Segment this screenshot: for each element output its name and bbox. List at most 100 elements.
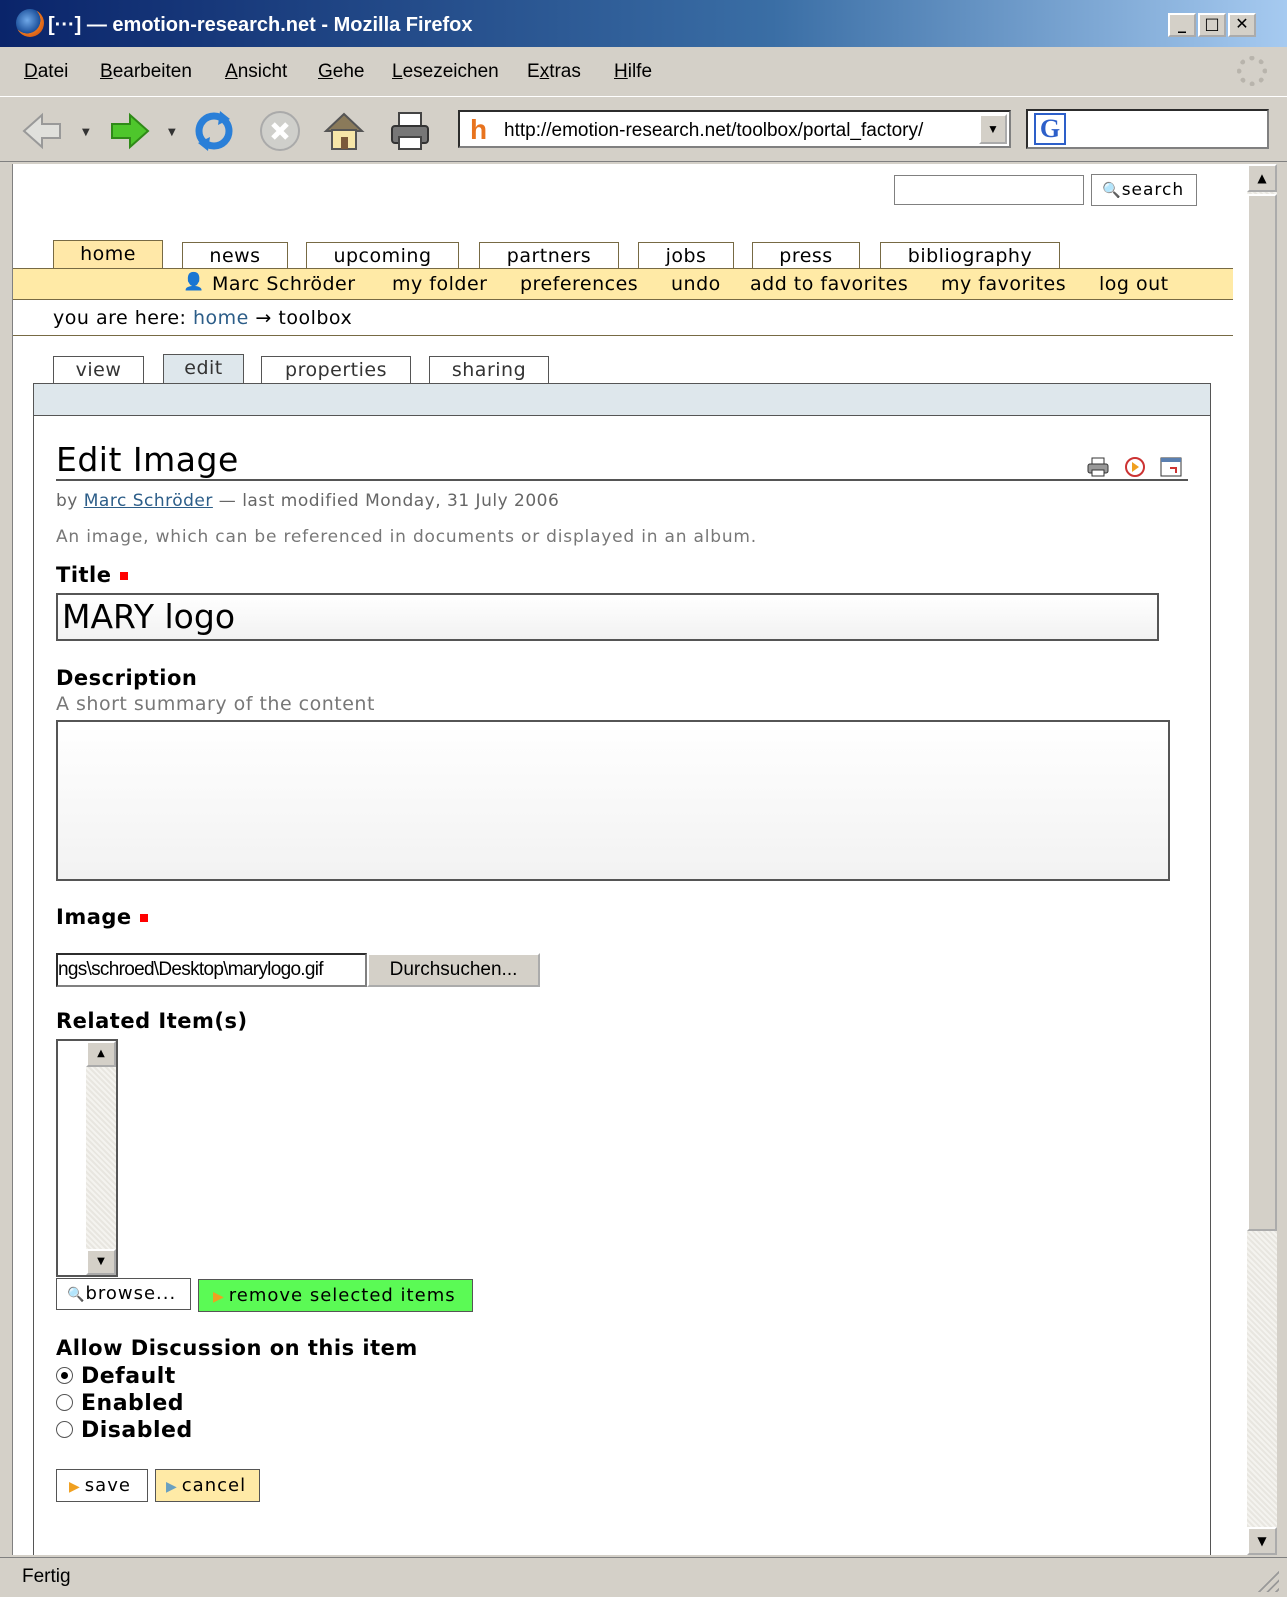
title-underline	[56, 479, 1188, 481]
tab-news[interactable]: news	[182, 242, 288, 270]
print-page-icon[interactable]	[1087, 456, 1109, 478]
remove-selected-label: remove selected items	[228, 1285, 456, 1306]
forward-dropdown-icon[interactable]: ▼	[168, 127, 176, 138]
title-label-text: Title	[56, 563, 112, 587]
image-label: Image	[56, 905, 148, 929]
user-actions-bar: 👤 Marc Schröder my folder preferences un…	[13, 268, 1233, 300]
address-bar[interactable]: h http://emotion-research.net/toolbox/po…	[458, 110, 1011, 148]
maximize-button[interactable]: □	[1198, 13, 1226, 37]
menu-extras[interactable]: Extras	[527, 61, 581, 83]
back-dropdown-icon[interactable]: ▼	[82, 127, 90, 138]
related-browse-label: browse...	[85, 1283, 177, 1304]
close-button[interactable]: ✕	[1228, 13, 1256, 37]
page-scrollbar[interactable]: ▲ ▼	[1247, 164, 1277, 1555]
status-text: Fertig	[22, 1566, 71, 1587]
window-title-bar: [···] — emotion-research.net - Mozilla F…	[0, 0, 1287, 47]
radio-button[interactable]	[56, 1393, 73, 1411]
site-search-input[interactable]	[894, 175, 1084, 205]
tab-partners[interactable]: partners	[479, 242, 619, 270]
divider	[13, 335, 1233, 336]
reload-icon[interactable]	[192, 109, 236, 153]
breadcrumb-current: toolbox	[278, 307, 353, 329]
radio-button[interactable]	[56, 1420, 73, 1438]
cancel-button[interactable]: ▶ cancel	[155, 1469, 260, 1502]
tab-sharing[interactable]: sharing	[429, 356, 549, 384]
forward-icon[interactable]	[108, 109, 152, 153]
byline-prefix: by	[56, 491, 78, 511]
image-label-text: Image	[56, 905, 132, 929]
user-name-link[interactable]: Marc Schröder	[212, 273, 356, 295]
title-label: Title	[56, 563, 128, 587]
scroll-up-icon[interactable]: ▲	[86, 1041, 116, 1067]
menu-gehe[interactable]: Gehe	[318, 61, 364, 83]
type-description: An image, which can be referenced in doc…	[56, 527, 757, 547]
breadcrumb-prefix: you are here:	[53, 307, 187, 329]
tab-jobs[interactable]: jobs	[638, 242, 734, 270]
home-icon[interactable]	[322, 109, 366, 153]
undo-link[interactable]: undo	[671, 273, 721, 295]
magnifier-icon: 🔍	[1102, 181, 1122, 199]
site-search-button[interactable]: 🔍search	[1091, 174, 1197, 206]
author-link[interactable]: Marc Schröder	[84, 491, 213, 511]
breadcrumb: you are here: home → toolbox	[53, 307, 352, 329]
scroll-down-icon[interactable]: ▼	[1247, 1527, 1277, 1555]
arrow-icon: ▶	[166, 1479, 178, 1495]
google-icon[interactable]: G	[1034, 113, 1066, 145]
menu-bearbeiten[interactable]: Bearbeiten	[100, 61, 192, 83]
add-to-favorites-link[interactable]: add to favorites	[750, 273, 908, 295]
tab-home[interactable]: home	[53, 240, 163, 271]
tab-bibliography[interactable]: bibliography	[880, 242, 1060, 270]
save-button[interactable]: ▶ save	[56, 1469, 148, 1502]
arrow-icon: ▶	[69, 1479, 81, 1495]
description-textarea[interactable]	[56, 720, 1170, 881]
my-favorites-link[interactable]: my favorites	[941, 273, 1066, 295]
minimize-button[interactable]: _	[1168, 13, 1196, 37]
throbber-icon	[1237, 56, 1267, 86]
print-icon[interactable]	[388, 109, 432, 153]
menu-datei[interactable]: Datei	[24, 61, 68, 83]
stop-icon[interactable]	[258, 109, 302, 153]
related-items-list[interactable]: ▲ ▼	[56, 1039, 118, 1277]
breadcrumb-arrow: →	[255, 307, 272, 329]
tab-view[interactable]: view	[53, 356, 144, 384]
discussion-option-enabled[interactable]: Enabled	[56, 1391, 184, 1416]
search-engine-box[interactable]: G	[1026, 109, 1269, 149]
tab-press[interactable]: press	[752, 242, 860, 270]
back-icon[interactable]	[20, 109, 64, 153]
related-items-label: Related Item(s)	[56, 1009, 248, 1033]
page-viewport: 🔍search home news upcoming partners jobs…	[12, 164, 1247, 1555]
tab-edit[interactable]: edit	[163, 354, 244, 385]
user-icon: 👤	[183, 272, 205, 292]
url-dropdown-icon[interactable]: ▼	[979, 114, 1007, 144]
my-folder-link[interactable]: my folder	[392, 273, 487, 295]
title-field[interactable]: MARY logo	[56, 593, 1159, 641]
remove-selected-button[interactable]: ▶ remove selected items	[198, 1279, 473, 1312]
menu-hilfe[interactable]: Hilfe	[614, 61, 652, 83]
menu-ansicht[interactable]: Ansicht	[225, 61, 287, 83]
description-label: Description	[56, 666, 198, 690]
preferences-link[interactable]: preferences	[520, 273, 638, 295]
scroll-down-icon[interactable]: ▼	[86, 1249, 116, 1275]
scroll-up-icon[interactable]: ▲	[1247, 164, 1277, 192]
firefox-icon	[16, 9, 44, 37]
required-marker	[119, 572, 128, 580]
send-page-icon[interactable]	[1124, 456, 1146, 478]
resize-grip-icon[interactable]	[1257, 1570, 1279, 1592]
related-browse-button[interactable]: 🔍browse...	[56, 1278, 191, 1310]
scroll-thumb[interactable]	[1247, 194, 1277, 1231]
tab-properties[interactable]: properties	[261, 356, 411, 384]
discussion-option-default[interactable]: Default	[56, 1364, 176, 1389]
radio-button[interactable]	[56, 1366, 73, 1384]
discussion-option-disabled[interactable]: Disabled	[56, 1418, 193, 1443]
browse-file-button[interactable]: Durchsuchen...	[367, 953, 540, 987]
last-modified: — last modified Monday, 31 July 2006	[218, 491, 560, 511]
full-screen-icon[interactable]	[1160, 456, 1182, 478]
url-text[interactable]: http://emotion-research.net/toolbox/port…	[504, 120, 974, 142]
breadcrumb-home-link[interactable]: home	[193, 307, 249, 329]
tab-upcoming[interactable]: upcoming	[306, 242, 459, 270]
log-out-link[interactable]: log out	[1099, 273, 1169, 295]
image-file-input[interactable]: ngs\schroed\Desktop\marylogo.gif	[56, 953, 367, 987]
radio-label: Disabled	[81, 1418, 193, 1443]
list-scrollbar[interactable]	[86, 1041, 116, 1275]
menu-lesezeichen[interactable]: Lesezeichen	[392, 61, 499, 83]
